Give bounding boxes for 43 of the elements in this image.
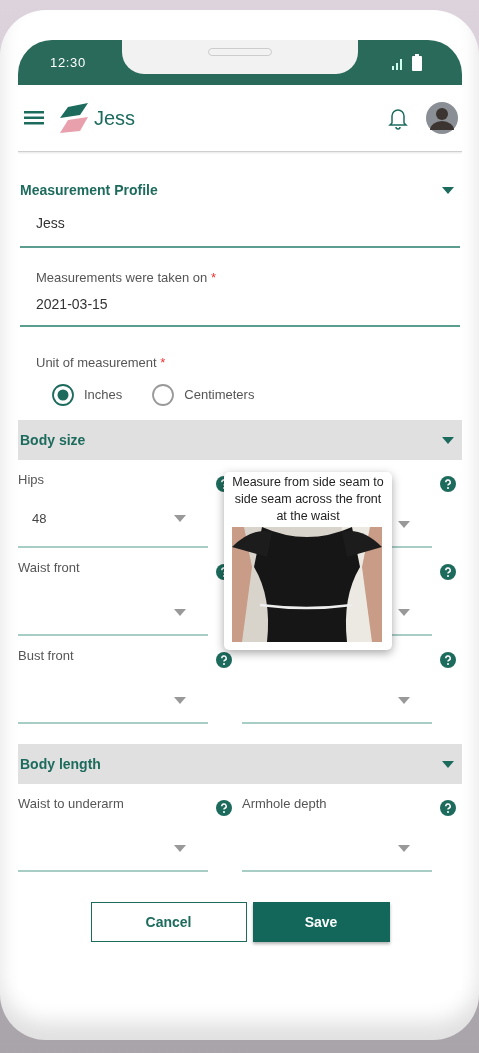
section-title: Body size (20, 430, 86, 450)
menu-icon (24, 111, 44, 125)
field-label: Waist front (18, 559, 80, 577)
field-value: 48 (32, 509, 47, 528)
section-title: Measurement Profile (20, 181, 158, 200)
field-value: 2021-03-15 (36, 294, 109, 314)
date-field[interactable]: Measurements were taken on * 2021-03-15 (20, 268, 460, 327)
tooltip-text: Measure from side seam to side seam across the front at the waist (232, 474, 384, 525)
avatar-icon (426, 102, 458, 134)
section-title: Body length (20, 754, 101, 774)
app-title: Jess (94, 106, 136, 131)
caret-icon (398, 609, 410, 616)
caret-icon (174, 845, 186, 852)
menu-button[interactable] (24, 109, 46, 127)
status-time: 12:30 (50, 53, 86, 72)
caret-icon (398, 845, 410, 852)
caret-icon (174, 697, 186, 704)
select-field[interactable]: Armhole depth (242, 784, 432, 872)
logo-icon (58, 103, 90, 133)
section-header[interactable]: Body size (18, 420, 462, 460)
field-label: Measurements were taken on * (36, 269, 217, 287)
select-field[interactable]: Hips 48 (18, 460, 208, 548)
field-label: Armhole depth (242, 795, 327, 813)
select-field[interactable]: Waist to underarm (18, 784, 208, 872)
section-header[interactable]: Body length (18, 744, 462, 784)
field-label: Hips (18, 471, 44, 489)
select-field[interactable]: Bust front (18, 636, 208, 724)
field-label: Bust front (18, 647, 74, 665)
speaker-icon (208, 48, 272, 56)
bell-icon (388, 106, 408, 130)
save-button[interactable]: Save (252, 902, 390, 942)
select-field[interactable]: Waist front (18, 548, 208, 636)
notifications-button[interactable] (388, 106, 408, 130)
cancel-button[interactable]: Cancel (90, 902, 247, 942)
name-field[interactable]: Jess (20, 209, 460, 248)
caret-icon (398, 697, 410, 704)
field-label: Waist to underarm (18, 795, 124, 813)
radio-option[interactable]: Inches (52, 384, 123, 406)
caret-icon (398, 521, 410, 528)
radio-option[interactable]: Centimeters (152, 384, 255, 406)
caret-icon (174, 609, 186, 616)
field-label: Unit of measurement * (36, 353, 167, 372)
caret-icon (174, 514, 186, 522)
